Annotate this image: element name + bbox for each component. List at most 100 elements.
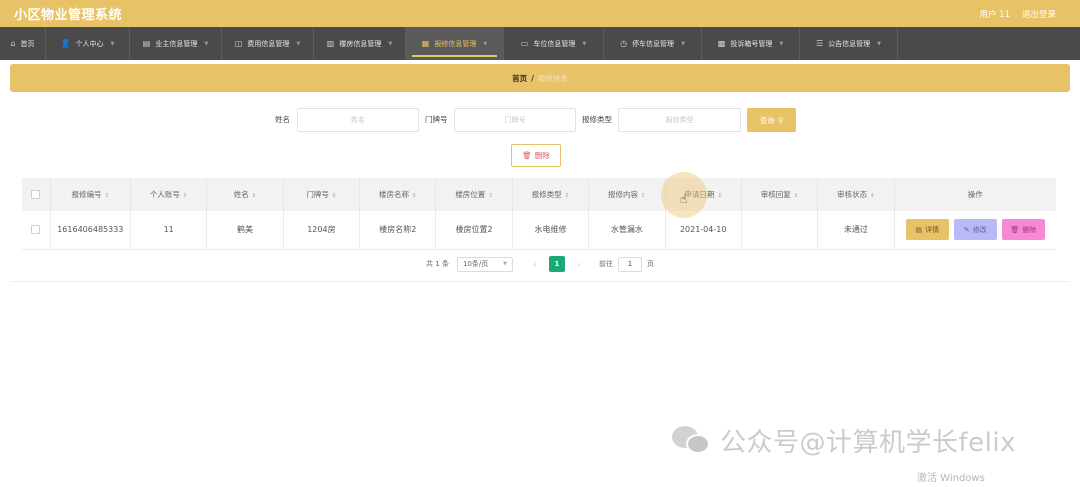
nav-item-label: 个人中心: [75, 39, 104, 48]
page-size-select[interactable]: 10条/页 ▼: [456, 256, 513, 272]
nav-item-0[interactable]: ⌂ 首页: [0, 27, 46, 60]
edit-button[interactable]: ✎ 修改: [953, 219, 997, 241]
name-label: 姓名: [275, 115, 290, 124]
sort-icon[interactable]: ⇕: [183, 193, 188, 199]
nav-item-label: 投诉箱号管理: [730, 39, 773, 48]
column-header[interactable]: 楼房名称 ⇕: [359, 178, 437, 211]
sort-icon[interactable]: ⇕: [565, 193, 570, 199]
column-header-label: 楼房名称: [378, 190, 409, 199]
chevron-down-icon: ▼: [483, 40, 488, 47]
column-header[interactable]: 报修类型 ⇕: [512, 178, 590, 211]
table-cell: 楼房位置2: [435, 211, 513, 250]
column-header-label: 审核状态: [837, 190, 868, 199]
complaint-icon: ▩: [717, 39, 726, 48]
row-select-cell: [22, 211, 51, 250]
name-input[interactable]: [297, 108, 419, 132]
row-actions-cell: ▤ 详情 ✎ 修改 🗑 删除: [894, 211, 1056, 250]
sort-icon[interactable]: ⇕: [252, 193, 257, 199]
sort-icon[interactable]: ⇕: [412, 193, 417, 199]
nav-item-9[interactable]: ☰ 公告信息管理 ▼: [800, 27, 898, 60]
nav-item-label: 费用信息管理: [247, 39, 290, 48]
table-cell: [741, 211, 819, 250]
sort-icon[interactable]: ⇕: [641, 193, 646, 199]
home-icon: ⌂: [10, 39, 16, 48]
sort-icon[interactable]: ⇕: [105, 193, 110, 199]
column-header[interactable]: 个人账号 ⇕: [130, 178, 208, 211]
column-header[interactable]: 门牌号 ⇕: [283, 178, 361, 211]
door-number-input[interactable]: [454, 108, 576, 132]
logout-link[interactable]: 退出登录: [1022, 8, 1056, 20]
nav-item-4[interactable]: ▥ 楼房信息管理 ▼: [314, 27, 406, 60]
bulk-delete-label: 删除: [534, 151, 550, 160]
table-cell: 水管漏水: [588, 211, 666, 250]
user-label[interactable]: 用户 11: [979, 8, 1010, 20]
column-header: 操作: [894, 178, 1056, 211]
next-page-button[interactable]: ›: [571, 256, 587, 272]
table-cell: 水电维修: [512, 211, 590, 250]
repair-icon: ▦: [421, 39, 430, 48]
select-all-header: [22, 178, 51, 211]
sort-icon[interactable]: ⇕: [488, 193, 493, 199]
column-header[interactable]: 姓名 ⇕: [206, 178, 284, 211]
goto-page-input[interactable]: [617, 256, 642, 272]
table-cell: 11: [130, 211, 208, 250]
trash-icon: 🗑: [1010, 225, 1020, 234]
table-cell: 2021-04-10: [665, 211, 742, 250]
detail-button[interactable]: ▤ 详情: [905, 219, 949, 241]
hand-cursor-icon: ☝: [680, 192, 688, 206]
app-title: 小区物业管理系统: [14, 8, 123, 23]
user-icon: 👤: [60, 39, 71, 48]
nav-item-label: 首页: [20, 39, 35, 48]
table-cell: 鹤美: [206, 211, 284, 250]
trash-icon: 🗑: [522, 151, 532, 160]
page-size-value: 10条/页: [462, 260, 489, 268]
bulk-delete-button[interactable]: 🗑 删除: [511, 144, 561, 167]
chevron-down-icon: ▼: [582, 40, 587, 47]
table-row: 1616406485333 11 鹤美 1204房 楼房名称2 楼房位置2 水电维修 水管漏水…: [22, 211, 1056, 250]
column-header-label: 审核回复: [760, 190, 791, 199]
sort-icon[interactable]: ⇕: [870, 193, 875, 199]
search-button-label: 查询: [759, 115, 775, 125]
breadcrumb-home[interactable]: 首页: [512, 73, 527, 84]
breadcrumb-current: 报修信息: [537, 73, 568, 83]
nav-item-6[interactable]: ▭ 车位信息管理 ▼: [504, 27, 604, 60]
repair-type-input[interactable]: [618, 108, 741, 132]
prev-page-button[interactable]: ‹: [527, 256, 543, 272]
notice-icon: ☰: [815, 39, 824, 48]
repair-table: 报修编号 ⇕ 个人账号 ⇕ 姓名 ⇕ 门牌号 ⇕ 楼房名称 ⇕ 楼房位置 ⇕ 报修类型 ⇕ 报修内容 ⇕ 申请日…: [22, 178, 1056, 250]
nav-item-2[interactable]: ▤ 业主信息管理 ▼: [130, 27, 222, 60]
sort-icon[interactable]: ⇕: [794, 193, 799, 199]
select-all-checkbox[interactable]: [31, 190, 41, 200]
page-number-current[interactable]: 1: [548, 256, 565, 272]
building-icon: ▥: [326, 39, 335, 48]
chevron-down-icon: ▼: [503, 261, 507, 267]
edit-icon: ✎: [963, 225, 970, 234]
column-header[interactable]: 审核状态 ⇕: [817, 178, 895, 211]
nav-item-5[interactable]: ▦ 报修信息管理 ▼: [406, 27, 504, 60]
row-checkbox[interactable]: [31, 225, 41, 235]
main-navigation: ⌂ 首页 👤 个人中心 ▼ ▤ 业主信息管理 ▼ ◫ 费用信息管理 ▼ ▥ 楼房信息管理 ▼ ▦ 报修信息管理…: [0, 27, 1080, 60]
delete-button[interactable]: 🗑 删除: [1001, 219, 1045, 241]
column-header-label: 门牌号: [306, 190, 329, 199]
column-header[interactable]: 申请日期 ⇕: [665, 178, 742, 211]
nav-item-label: 业主信息管理: [155, 39, 198, 48]
column-header[interactable]: 报修编号 ⇕: [50, 178, 132, 211]
column-header[interactable]: 审核回复 ⇕: [741, 178, 819, 211]
sort-icon[interactable]: ⇕: [332, 193, 337, 199]
column-header[interactable]: 报修内容 ⇕: [588, 178, 666, 211]
search-bar: 姓名 门牌号 报修类型 查询 ⚲: [0, 108, 1080, 134]
sort-icon[interactable]: ⇕: [717, 193, 722, 199]
column-header[interactable]: 楼房位置 ⇕: [435, 178, 513, 211]
nav-item-1[interactable]: 👤 个人中心 ▼: [46, 27, 130, 60]
nav-item-label: 报修信息管理: [434, 39, 477, 48]
top-right-area: 用户 11 退出登录: [979, 0, 1056, 27]
nav-item-8[interactable]: ▩ 投诉箱号管理 ▼: [702, 27, 800, 60]
table-cell: 1204房: [283, 211, 361, 250]
goto-page: 前往 页: [599, 256, 654, 272]
repair-type-label: 报修类型: [582, 115, 612, 124]
nav-item-3[interactable]: ◫ 费用信息管理 ▼: [222, 27, 314, 60]
column-header-label: 报修类型: [531, 190, 562, 199]
nav-item-7[interactable]: ◷ 停车信息管理 ▼: [604, 27, 702, 60]
pagination: 共 1 条 10条/页 ▼ ‹ 1 › 前往 页: [0, 256, 1080, 272]
search-button[interactable]: 查询 ⚲: [747, 108, 796, 132]
